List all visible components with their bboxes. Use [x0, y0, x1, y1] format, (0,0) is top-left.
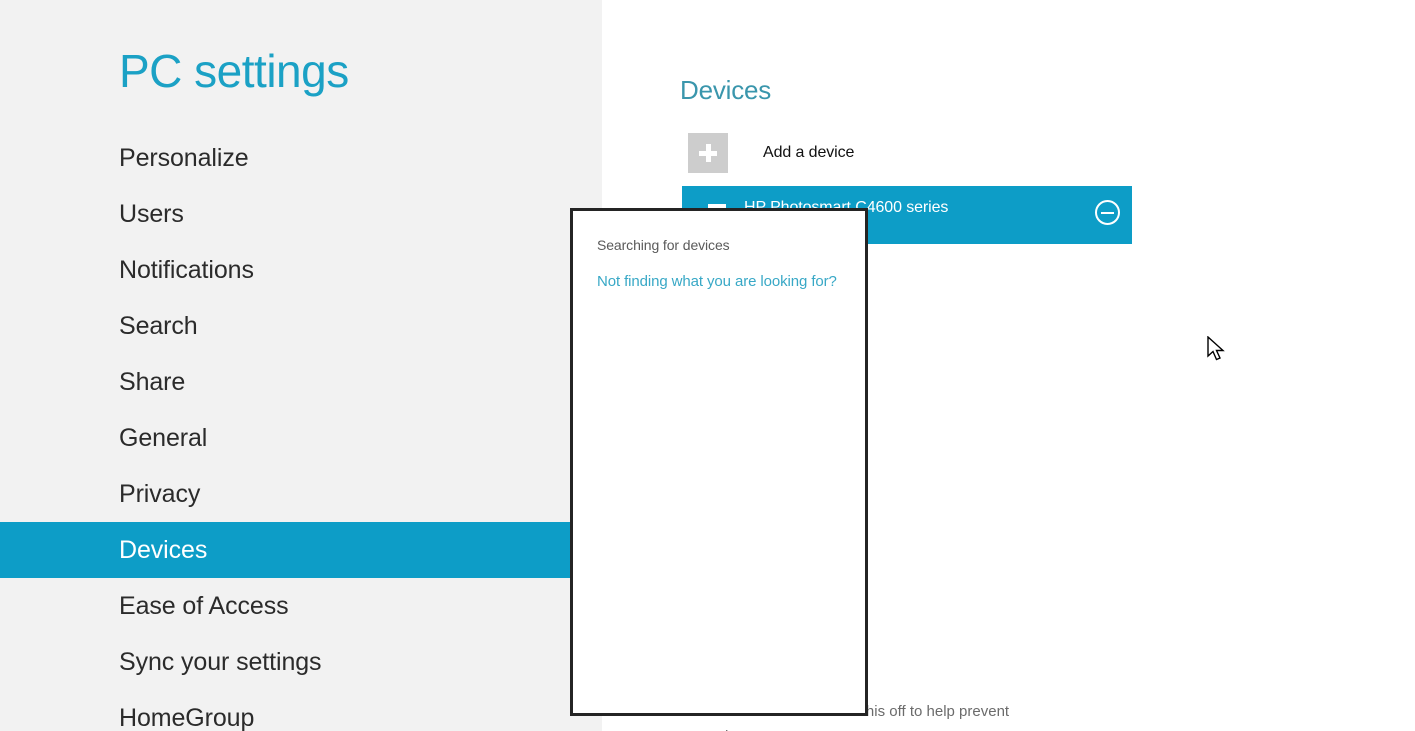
searching-for-devices-flyout: Searching for devices Not finding what y…	[570, 208, 868, 716]
sidebar-item-label: Ease of Access	[119, 591, 289, 620]
sidebar-item-label: General	[119, 423, 208, 452]
sidebar-item-label: Search	[119, 311, 198, 340]
sidebar-item-label: Privacy	[119, 479, 201, 508]
pc-settings-screen: PC settings Personalize Users Notificati…	[0, 0, 1415, 731]
sidebar-item-privacy[interactable]: Privacy	[0, 466, 602, 522]
not-finding-what-you-are-looking-for-link[interactable]: Not finding what you are looking for?	[597, 273, 837, 290]
settings-nav: Personalize Users Notifications Search S…	[0, 130, 602, 731]
sidebar-item-devices[interactable]: Devices	[0, 522, 570, 578]
sidebar-item-label: Users	[119, 199, 184, 228]
sidebar-item-homegroup[interactable]: HomeGroup	[0, 690, 602, 731]
sidebar-item-label: Devices	[119, 535, 208, 564]
flyout-status-text: Searching for devices	[597, 237, 730, 253]
sidebar: PC settings Personalize Users Notificati…	[0, 0, 602, 731]
arrow-cursor	[1207, 335, 1227, 369]
sidebar-item-label: HomeGroup	[119, 703, 255, 731]
sidebar-item-label: Personalize	[119, 143, 249, 172]
sidebar-item-label: Notifications	[119, 255, 254, 284]
sidebar-item-notifications[interactable]: Notifications	[0, 242, 602, 298]
sidebar-item-label: Share	[119, 367, 186, 396]
sidebar-item-search[interactable]: Search	[0, 298, 602, 354]
sidebar-item-ease-of-access[interactable]: Ease of Access	[0, 578, 602, 634]
sidebar-item-users[interactable]: Users	[0, 186, 602, 242]
sidebar-item-label: Sync your settings	[119, 647, 322, 676]
sidebar-item-personalize[interactable]: Personalize	[0, 130, 602, 186]
page-title: PC settings	[119, 45, 349, 97]
add-a-device-button[interactable]: Add a device	[688, 133, 854, 173]
plus-icon	[688, 133, 728, 173]
add-a-device-label: Add a device	[763, 144, 855, 161]
devices-heading: Devices	[680, 75, 772, 105]
sidebar-item-share[interactable]: Share	[0, 354, 602, 410]
sidebar-item-sync-your-settings[interactable]: Sync your settings	[0, 634, 602, 690]
minus-circle-icon[interactable]	[1095, 200, 1120, 225]
sidebar-item-general[interactable]: General	[0, 410, 602, 466]
